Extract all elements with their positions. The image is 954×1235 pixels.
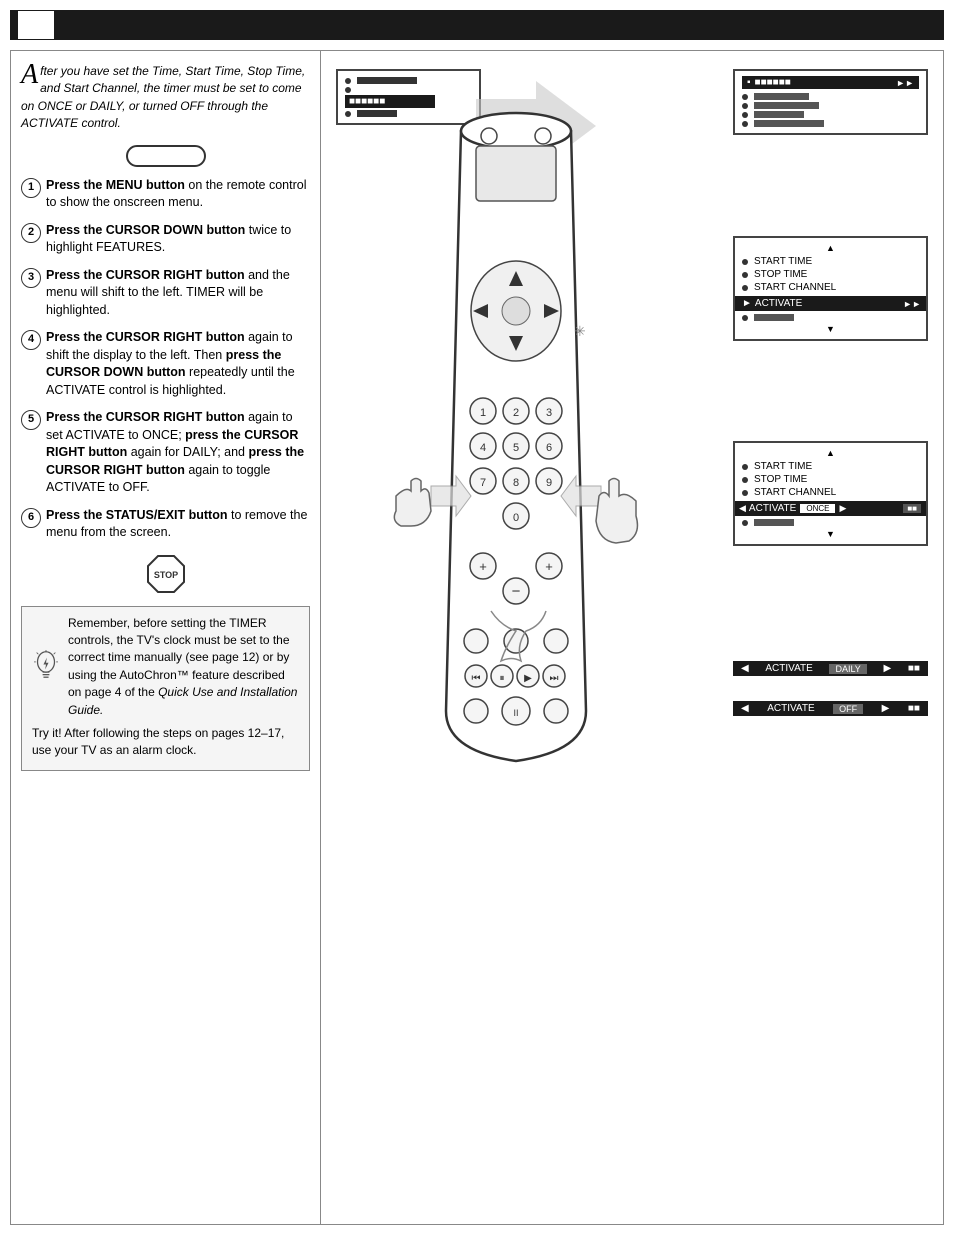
screen3-item2: STOP TIME: [742, 268, 919, 281]
svg-text:0: 0: [513, 512, 519, 524]
tip-header: Remember, before setting the TIMER contr…: [32, 615, 299, 719]
screen2-highlight: ▪■■■■■■ ►►: [742, 76, 919, 89]
screen3-item5: [742, 313, 919, 322]
step-3: 3 Press the CURSOR RIGHT button and the …: [21, 267, 310, 320]
svg-text:⏸: ⏸: [500, 673, 505, 684]
right-panel: ■■■■■■ ▪■■■■■■ ►► ▲ START TIME STOP TIM: [321, 51, 943, 1224]
step-6-text: Press the STATUS/EXIT button to remove t…: [46, 507, 310, 542]
step-4-number: 4: [21, 330, 41, 350]
svg-text:7: 7: [480, 477, 486, 489]
header-bar: [10, 10, 944, 40]
step-2-number: 2: [21, 223, 41, 243]
screen1-item2: [345, 85, 472, 94]
svg-text:STOP: STOP: [153, 570, 177, 580]
step-5: 5 Press the CURSOR RIGHT button again to…: [21, 409, 310, 497]
right-hand-indicator: [581, 471, 641, 554]
screen4-highlighted: ◀ACTIVATEONCE▶■■: [735, 501, 926, 516]
screen-5: ◀ACTIVATEDAILY▶■■: [733, 661, 928, 676]
svg-text:▶: ▶: [524, 673, 532, 684]
step-2: 2 Press the CURSOR DOWN button twice to …: [21, 222, 310, 257]
screen3-item3: START CHANNEL: [742, 281, 919, 294]
screen3-highlighted: ►ACTIVATE►►: [735, 296, 926, 311]
svg-text:+: +: [545, 559, 553, 574]
step-4-text: Press the CURSOR RIGHT button again to s…: [46, 329, 310, 399]
left-panel: After you have set the Time, Start Time,…: [11, 51, 321, 1224]
svg-text:⏮: ⏮: [472, 673, 481, 684]
screen3-up-arrow: ▲: [742, 243, 919, 253]
screen4-item5: [742, 518, 919, 527]
main-content: After you have set the Time, Start Time,…: [10, 50, 944, 1225]
svg-text:1: 1: [480, 407, 486, 419]
screen2-item1: [742, 92, 919, 101]
svg-text:−: −: [512, 583, 521, 600]
svg-text:6: 6: [546, 442, 552, 454]
step-5-number: 5: [21, 410, 41, 430]
svg-text:5: 5: [513, 442, 519, 454]
screen5-bar: ◀ACTIVATEDAILY▶■■: [733, 661, 928, 676]
screen4-down-arrow: ▼: [742, 529, 919, 539]
intro-text: After you have set the Time, Start Time,…: [21, 63, 310, 133]
screen4-up-arrow: ▲: [742, 448, 919, 458]
stop-icon: STOP: [144, 552, 188, 596]
svg-text:3: 3: [546, 407, 552, 419]
step-5-text: Press the CURSOR RIGHT button again to s…: [46, 409, 310, 497]
screen-2: ▪■■■■■■ ►►: [733, 69, 928, 135]
stop-icon-container: STOP: [21, 552, 310, 596]
screen4-item3: START CHANNEL: [742, 486, 919, 499]
screen2-item2: [742, 101, 919, 110]
menu-button-illustration: [126, 145, 206, 167]
svg-text:+: +: [479, 559, 487, 574]
screen1-item3: ■■■■■■: [345, 94, 472, 109]
svg-text:⏭: ⏭: [550, 673, 559, 684]
screen2-item3: [742, 110, 919, 119]
screen2-item4: [742, 119, 919, 128]
step-3-number: 3: [21, 268, 41, 288]
svg-text:II: II: [513, 708, 518, 718]
tip-text-1: Remember, before setting the TIMER contr…: [68, 615, 299, 719]
screen1-item1: [345, 76, 472, 85]
screen4-item2: STOP TIME: [742, 473, 919, 486]
svg-text:✳: ✳: [574, 323, 586, 339]
step-1-number: 1: [21, 178, 41, 198]
step-1: 1 Press the MENU button on the remote co…: [21, 177, 310, 212]
step-3-text: Press the CURSOR RIGHT button and the me…: [46, 267, 310, 320]
svg-text:9: 9: [546, 477, 552, 489]
step-6-number: 6: [21, 508, 41, 528]
svg-text:2: 2: [513, 407, 519, 419]
page-number-box: [18, 11, 54, 39]
screen4-item1: START TIME: [742, 460, 919, 473]
tip-box: Remember, before setting the TIMER contr…: [21, 606, 310, 771]
step-1-text: Press the MENU button on the remote cont…: [46, 177, 310, 212]
drop-cap: A: [21, 63, 38, 87]
left-hand-indicator: [391, 471, 441, 534]
intro-body: fter you have set the Time, Start Time, …: [21, 64, 305, 130]
screen-3: ▲ START TIME STOP TIME START CHANNEL ►AC…: [733, 236, 928, 341]
step-4: 4 Press the CURSOR RIGHT button again to…: [21, 329, 310, 399]
screen6-bar: ◀ACTIVATEOFF▶■■: [733, 701, 928, 716]
svg-text:8: 8: [513, 477, 519, 489]
svg-text:4: 4: [480, 442, 486, 454]
screen-4: ▲ START TIME STOP TIME START CHANNEL ◀AC…: [733, 441, 928, 546]
step-6: 6 Press the STATUS/EXIT button to remove…: [21, 507, 310, 542]
tip-text-2: Try it! After following the steps on pag…: [32, 725, 299, 760]
screen-6: ◀ACTIVATEOFF▶■■: [733, 701, 928, 716]
lightbulb-icon: [32, 650, 60, 684]
screen3-item1: START TIME: [742, 255, 919, 268]
screen3-down-arrow: ▼: [742, 324, 919, 334]
step-2-text: Press the CURSOR DOWN button twice to hi…: [46, 222, 310, 257]
